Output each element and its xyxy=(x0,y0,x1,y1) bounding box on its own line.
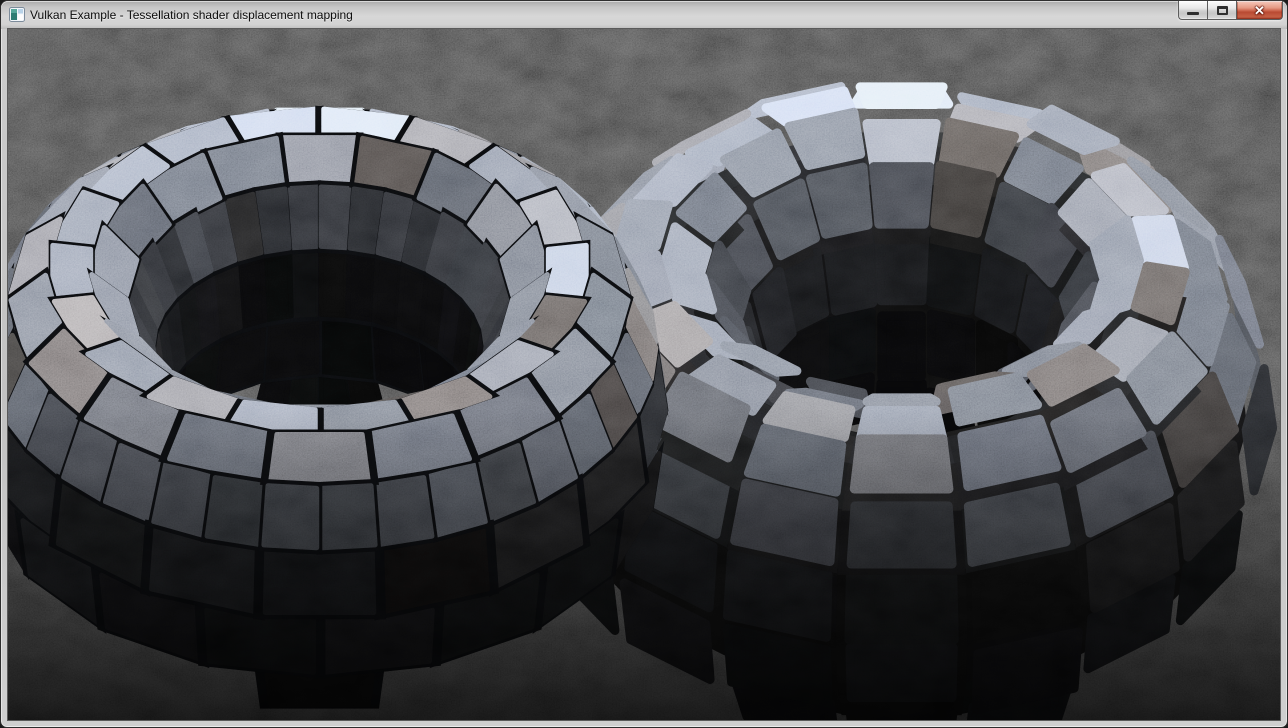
render-viewport[interactable] xyxy=(8,29,1280,720)
window-title: Vulkan Example - Tessellation shader dis… xyxy=(30,8,353,23)
app-window: Vulkan Example - Tessellation shader dis… xyxy=(0,0,1288,728)
maximize-button[interactable] xyxy=(1207,1,1236,20)
minimize-button[interactable] xyxy=(1178,1,1207,20)
caption-buttons: ✕ xyxy=(1178,1,1283,21)
titlebar[interactable]: Vulkan Example - Tessellation shader dis… xyxy=(1,1,1287,29)
minimize-icon xyxy=(1187,12,1199,15)
application-icon[interactable] xyxy=(9,7,25,23)
maximize-icon xyxy=(1217,6,1228,15)
close-icon: ✕ xyxy=(1254,4,1265,17)
close-button[interactable]: ✕ xyxy=(1236,1,1283,20)
tessellation-render xyxy=(8,29,1280,720)
bottom-falloff-shade xyxy=(8,29,1280,720)
